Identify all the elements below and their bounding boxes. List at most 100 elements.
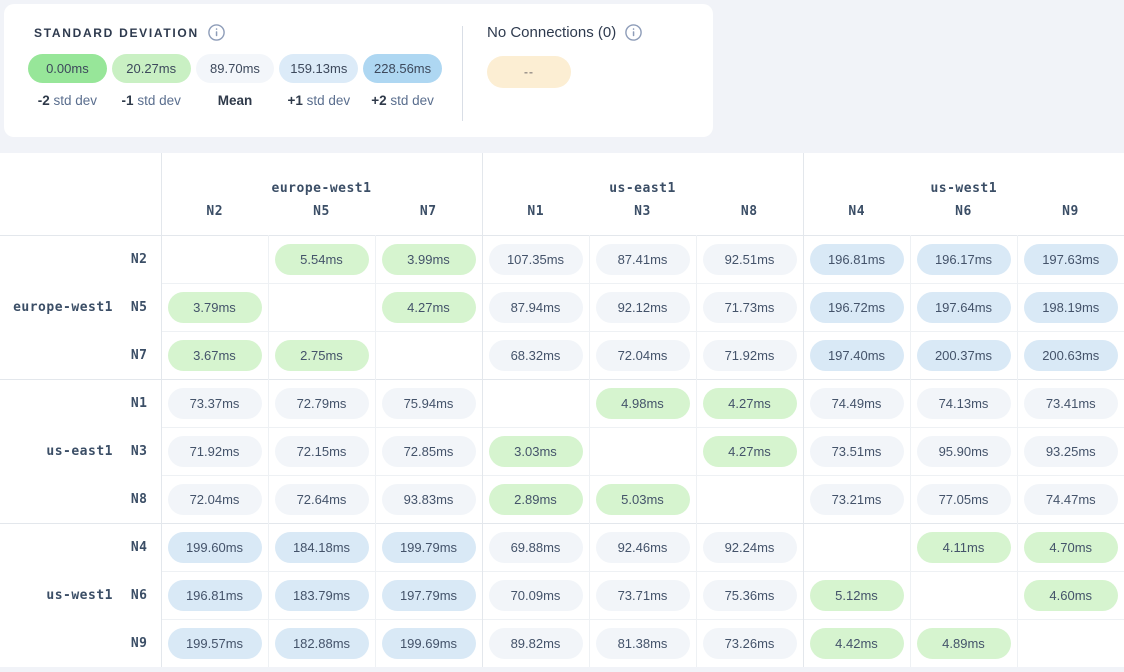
latency-pill[interactable]: 2.75ms [275, 340, 369, 371]
latency-pill[interactable]: 72.04ms [596, 340, 690, 371]
latency-pill[interactable]: 72.04ms [168, 484, 262, 515]
latency-pill[interactable]: 4.27ms [703, 388, 797, 419]
latency-cell: 4.27ms [696, 380, 803, 428]
latency-pill[interactable]: 4.27ms [703, 436, 797, 467]
latency-pill[interactable]: 73.21ms [810, 484, 904, 515]
latency-pill[interactable]: 73.71ms [596, 580, 690, 611]
latency-pill[interactable]: 196.81ms [168, 580, 262, 611]
latency-pill[interactable]: 3.99ms [382, 244, 476, 275]
latency-pill[interactable]: 93.83ms [382, 484, 476, 515]
latency-pill[interactable]: 89.82ms [489, 628, 583, 659]
latency-pill[interactable]: 107.35ms [489, 244, 583, 275]
latency-pill[interactable]: 196.81ms [810, 244, 904, 275]
latency-pill[interactable]: 87.94ms [489, 292, 583, 323]
latency-pill[interactable]: 2.89ms [489, 484, 583, 515]
latency-pill[interactable]: 4.60ms [1024, 580, 1118, 611]
latency-pill[interactable]: 71.73ms [703, 292, 797, 323]
latency-pill[interactable]: 183.79ms [275, 580, 369, 611]
latency-pill[interactable]: 92.24ms [703, 532, 797, 563]
latency-pill[interactable]: 75.36ms [703, 580, 797, 611]
latency-pill[interactable]: 93.25ms [1024, 436, 1118, 467]
row-node-N6: N6 [115, 572, 161, 620]
latency-pill[interactable]: 4.11ms [917, 532, 1011, 563]
latency-cell: 73.41ms [1017, 380, 1124, 428]
latency-pill[interactable]: 92.51ms [703, 244, 797, 275]
latency-pill[interactable]: 92.46ms [596, 532, 690, 563]
latency-pill[interactable]: 4.42ms [810, 628, 904, 659]
latency-pill[interactable]: 71.92ms [703, 340, 797, 371]
latency-pill[interactable]: 68.32ms [489, 340, 583, 371]
latency-pill[interactable]: 72.64ms [275, 484, 369, 515]
std-scale-label: +1 std dev [287, 93, 350, 108]
latency-cell: 77.05ms [910, 476, 1017, 524]
latency-pill[interactable]: 71.92ms [168, 436, 262, 467]
std-deviation-title: STANDARD DEVIATION [34, 26, 199, 40]
latency-pill[interactable]: 4.89ms [917, 628, 1011, 659]
latency-pill[interactable]: 199.79ms [382, 532, 476, 563]
col-node-N8: N8 [696, 200, 803, 236]
latency-pill[interactable]: 184.18ms [275, 532, 369, 563]
col-region-us-east1: us-east1 [482, 153, 803, 200]
latency-pill[interactable]: 196.17ms [917, 244, 1011, 275]
latency-pill[interactable]: 5.03ms [596, 484, 690, 515]
latency-cell: 74.49ms [803, 380, 910, 428]
latency-pill[interactable]: 196.72ms [810, 292, 904, 323]
std-deviation-scale: 0.00ms-2 std dev20.27ms-1 std dev89.70ms… [28, 54, 442, 108]
info-icon[interactable] [625, 24, 642, 41]
latency-pill[interactable]: 77.05ms [917, 484, 1011, 515]
latency-pill[interactable]: 182.88ms [275, 628, 369, 659]
latency-pill[interactable]: 197.64ms [917, 292, 1011, 323]
latency-pill[interactable]: 72.15ms [275, 436, 369, 467]
latency-pill[interactable]: 5.54ms [275, 244, 369, 275]
latency-pill[interactable]: 74.49ms [810, 388, 904, 419]
latency-pill[interactable]: 74.47ms [1024, 484, 1118, 515]
latency-pill[interactable]: 73.37ms [168, 388, 262, 419]
latency-pill[interactable]: 5.12ms [810, 580, 904, 611]
latency-cell: 4.98ms [589, 380, 696, 428]
latency-pill[interactable]: 4.98ms [596, 388, 690, 419]
latency-pill[interactable]: 200.63ms [1024, 340, 1118, 371]
latency-pill[interactable]: 3.03ms [489, 436, 583, 467]
latency-pill[interactable]: 4.27ms [382, 292, 476, 323]
latency-cell: 73.37ms [161, 380, 268, 428]
latency-cell: 197.40ms [803, 332, 910, 380]
latency-pill[interactable]: 4.70ms [1024, 532, 1118, 563]
latency-pill[interactable]: 69.88ms [489, 532, 583, 563]
latency-pill[interactable]: 197.63ms [1024, 244, 1118, 275]
latency-pill[interactable]: 73.51ms [810, 436, 904, 467]
latency-pill[interactable]: 200.37ms [917, 340, 1011, 371]
latency-pill[interactable]: 199.57ms [168, 628, 262, 659]
latency-cell: 3.67ms [161, 332, 268, 380]
latency-pill[interactable]: 87.41ms [596, 244, 690, 275]
latency-cell: 92.24ms [696, 524, 803, 572]
latency-pill[interactable]: 92.12ms [596, 292, 690, 323]
latency-cell: 5.54ms [268, 236, 375, 284]
latency-cell: 4.70ms [1017, 524, 1124, 572]
latency-pill[interactable]: 75.94ms [382, 388, 476, 419]
latency-pill[interactable]: 95.90ms [917, 436, 1011, 467]
latency-pill[interactable]: 199.60ms [168, 532, 262, 563]
std-scale-item: 228.56ms+2 std dev [363, 54, 442, 108]
std-deviation-section: STANDARD DEVIATION 0.00ms-2 std dev20.27… [4, 4, 462, 137]
latency-pill[interactable]: 72.85ms [382, 436, 476, 467]
latency-pill[interactable]: 73.26ms [703, 628, 797, 659]
latency-pill[interactable]: 199.69ms [382, 628, 476, 659]
std-scale-label: -2 std dev [38, 93, 97, 108]
latency-pill[interactable]: 81.38ms [596, 628, 690, 659]
latency-pill[interactable]: 70.09ms [489, 580, 583, 611]
latency-pill[interactable]: 3.67ms [168, 340, 262, 371]
latency-pill[interactable]: 74.13ms [917, 388, 1011, 419]
info-icon[interactable] [208, 24, 225, 41]
latency-cell: 4.27ms [696, 428, 803, 476]
latency-pill[interactable]: 198.19ms [1024, 292, 1118, 323]
latency-pill[interactable]: 197.40ms [810, 340, 904, 371]
latency-cell: 71.73ms [696, 284, 803, 332]
std-scale-item: 159.13ms+1 std dev [279, 54, 358, 108]
latency-pill[interactable]: 73.41ms [1024, 388, 1118, 419]
latency-pill[interactable]: 72.79ms [275, 388, 369, 419]
latency-cell: 69.88ms [482, 524, 589, 572]
matrix-row-N7: N73.67ms2.75ms68.32ms72.04ms71.92ms197.4… [0, 332, 1124, 380]
latency-cell: 200.37ms [910, 332, 1017, 380]
latency-pill[interactable]: 3.79ms [168, 292, 262, 323]
latency-pill[interactable]: 197.79ms [382, 580, 476, 611]
